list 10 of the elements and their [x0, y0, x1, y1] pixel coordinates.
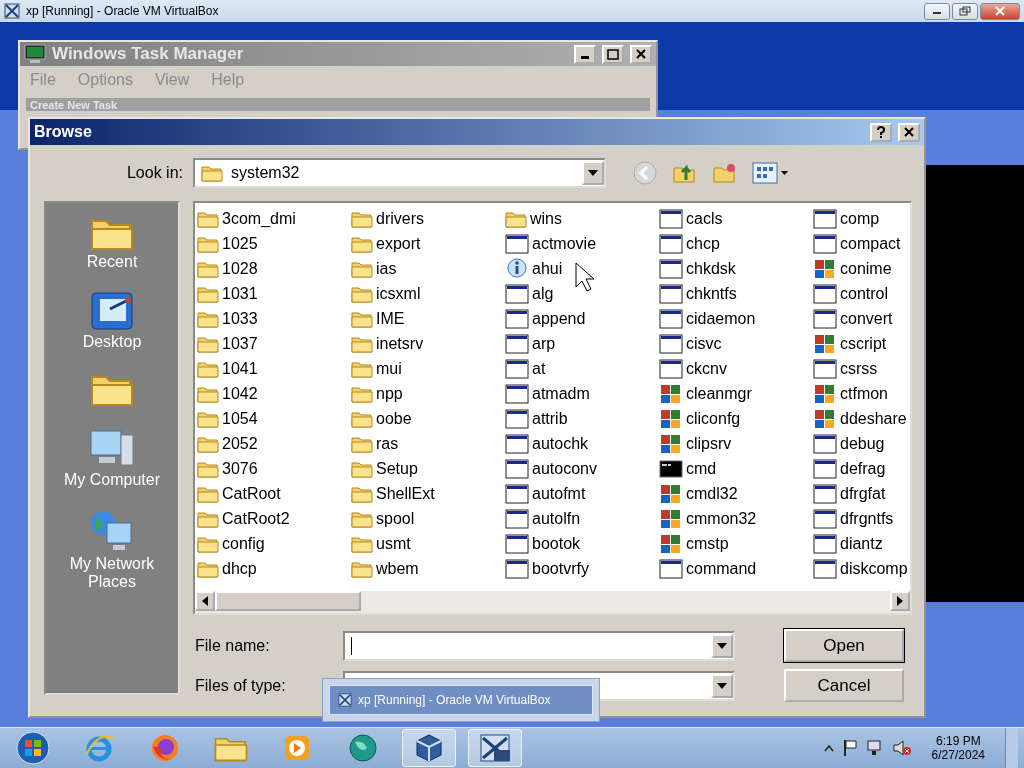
file-name-label: File name: — [194, 636, 271, 655]
files-of-type-label: Files of type: — [194, 676, 287, 695]
dialog-title: Create New Task — [30, 98, 118, 111]
window-title: xp [Running] - Oracle VM VirtualBox — [26, 4, 220, 18]
preview-title: xp [Running] - Oracle VM VirtualBox — [358, 693, 551, 707]
date: 6/27/2024 — [931, 748, 985, 762]
window-title: Windows Task Manager — [52, 44, 245, 64]
time: 6:19 PM — [935, 734, 981, 748]
dialog-title: Browse — [34, 123, 93, 141]
look-in-label: Look in: — [125, 164, 184, 182]
